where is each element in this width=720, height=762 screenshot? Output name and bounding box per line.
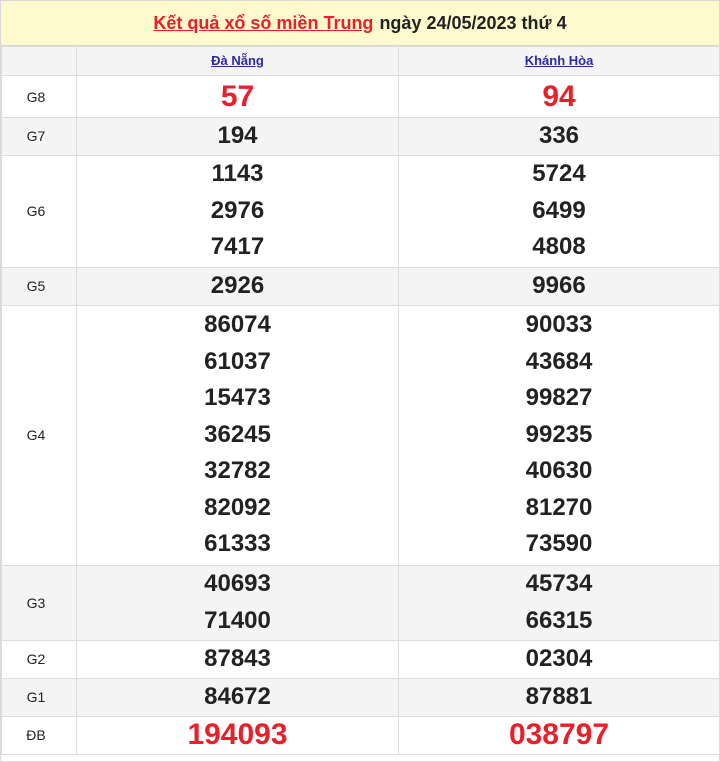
prize-number: 7417 [210,233,265,261]
region-results-link[interactable]: Kết quả xổ số miền Trung [153,13,373,34]
prize-label: G5 [1,266,77,306]
prize-numbers-1: 194093 [76,715,399,755]
prize-numbers-2: 336 [398,117,720,156]
province-header-1: Đà Nẵng [76,46,399,76]
prize-number: 66315 [525,606,593,634]
prize-label: G7 [1,117,77,156]
prize-label: G4 [1,304,77,566]
prize-row-g3: G3 40693 71400 45734 66315 [1,564,720,641]
prize-number: 71400 [204,606,271,634]
prize-numbers-1: 86074 61037 15473 36245 32782 82092 6133… [76,304,399,566]
prize-numbers-2: 038797 [398,715,720,755]
prize-number: 82092 [204,493,271,521]
prize-number: 87843 [204,644,271,672]
prize-number: 73590 [525,530,593,558]
prize-numbers-1: 194 [76,117,399,156]
prize-number: 99235 [525,420,593,448]
prize-number: 84672 [204,682,271,710]
prize-numbers-1: 1143 2976 7417 [76,154,399,268]
prize-number: 99827 [525,384,593,412]
prize-row-g2: G2 87843 02304 [1,639,720,679]
prize-numbers-1: 40693 71400 [76,564,399,641]
prize-numbers-2: 94 [398,75,720,118]
prize-numbers-2: 90033 43684 99827 99235 40630 81270 7359… [398,304,720,566]
prize-number: 336 [538,122,580,149]
prize-number: 194093 [187,718,288,751]
prize-numbers-1: 2926 [76,266,399,306]
prize-number: 194 [217,122,258,149]
prize-number: 86074 [204,311,271,339]
prize-label: G1 [1,677,77,717]
prize-label: G2 [1,639,77,679]
prize-row-g6: G6 1143 2976 7417 5724 6499 4808 [1,154,720,268]
province-link-da-nang[interactable]: Đà Nẵng [211,53,264,68]
prize-number: 2976 [210,196,265,224]
prize-row-special: ĐB 194093 038797 [1,715,720,755]
prize-number: 40630 [525,457,593,485]
prize-label: G8 [1,75,77,118]
prize-numbers-2: 87881 [398,677,720,717]
prize-number: 038797 [508,718,610,751]
prize-number: 6499 [532,196,586,224]
results-date: ngày 24/05/2023 thứ 4 [379,12,567,33]
prize-number: 15473 [204,384,271,412]
prize-row-g8: G8 57 94 [1,75,720,118]
province-link-khanh-hoa[interactable]: Khánh Hòa [525,53,594,68]
prize-number: 32782 [204,457,271,485]
prize-numbers-2: 02304 [398,639,720,679]
prize-number: 4808 [532,233,586,261]
prize-number: 61333 [204,530,271,558]
prize-numbers-1: 57 [76,75,399,118]
province-header-2: Khánh Hòa [398,46,720,76]
prize-row-g5: G5 2926 9966 [1,266,720,306]
prize-numbers-2: 9966 [398,266,720,306]
prize-label: G3 [1,564,77,641]
prize-column-header [1,46,77,76]
prize-number: 81270 [525,493,593,521]
prize-row-g7: G7 194 336 [1,117,720,156]
prize-numbers-1: 84672 [76,677,399,717]
prize-label: G6 [1,154,77,268]
prize-number: 45734 [525,570,593,597]
prize-number: 40693 [204,570,271,597]
results-table: Đà Nẵng Khánh Hòa G8 57 94 G7 194 336 G6… [1,46,720,755]
prize-number: 87881 [525,682,593,710]
prize-number: 02304 [525,644,593,672]
prize-number: 57 [220,80,255,113]
province-header-row: Đà Nẵng Khánh Hòa [1,46,720,76]
prize-number: 90033 [525,311,593,339]
prize-numbers-2: 45734 66315 [398,564,720,641]
prize-numbers-2: 5724 6499 4808 [398,154,720,268]
prize-row-g4: G4 86074 61037 15473 36245 32782 82092 6… [1,304,720,566]
prize-number: 94 [542,80,576,113]
prize-number: 9966 [532,271,586,299]
prize-number: 61037 [204,347,271,375]
prize-label: ĐB [1,715,77,755]
prize-number: 5724 [532,160,586,188]
prize-numbers-1: 87843 [76,639,399,679]
prize-row-g1: G1 84672 87881 [1,677,720,717]
prize-number: 2926 [210,271,265,299]
results-panel: Kết quả xổ số miền Trung ngày 24/05/2023… [0,0,720,762]
prize-number: 1143 [211,160,264,188]
results-title: Kết quả xổ số miền Trung ngày 24/05/2023… [1,1,719,46]
prize-number: 43684 [525,347,593,375]
prize-number: 36245 [204,420,271,448]
